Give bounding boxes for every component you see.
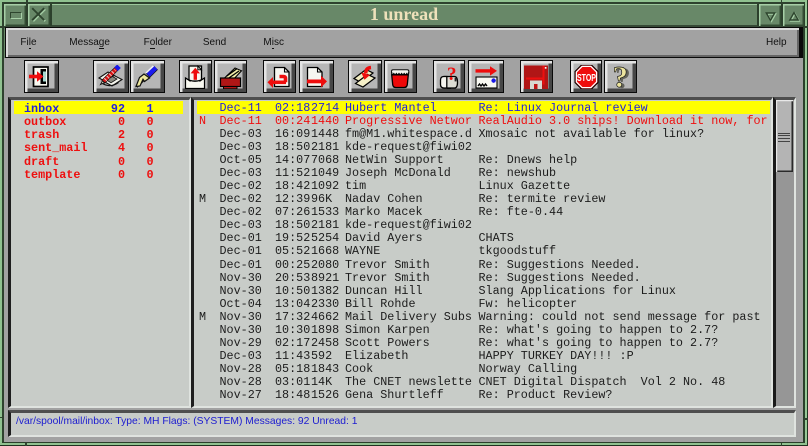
svg-text:?: ? — [612, 65, 628, 89]
svg-text:?: ? — [447, 65, 457, 85]
svg-text:STOP: STOP — [577, 71, 596, 83]
